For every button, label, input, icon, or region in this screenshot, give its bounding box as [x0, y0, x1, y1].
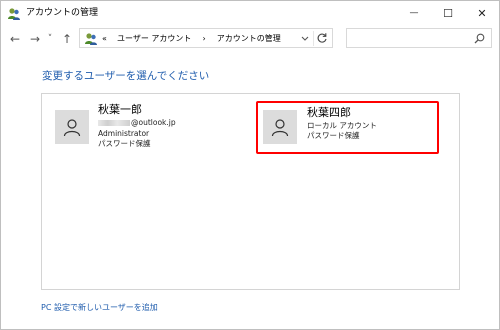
user-name: 秋葉一郎 — [98, 103, 142, 116]
back-button[interactable]: ← — [7, 31, 23, 47]
search-icon — [474, 33, 485, 44]
up-button[interactable]: ↑ — [59, 31, 75, 47]
breadcrumb-separator: › — [202, 34, 206, 43]
forward-button[interactable]: → — [27, 31, 43, 47]
user-avatar-icon — [63, 119, 81, 137]
address-bar[interactable]: « ユーザー アカウント › アカウントの管理 — [79, 28, 333, 48]
address-dropdown-button[interactable] — [299, 32, 311, 45]
up-arrow-icon: ↑ — [61, 32, 73, 46]
recent-locations-button[interactable]: ˅ — [45, 31, 55, 47]
chevron-down-icon: ˅ — [47, 34, 53, 44]
user-tile-akiba-ichiro[interactable]: 秋葉一郎 @outlook.jp Administrator パスワード保護 — [55, 103, 235, 154]
back-arrow-icon: ← — [9, 32, 21, 46]
refresh-button[interactable] — [314, 30, 330, 46]
page-heading: 変更するユーザーを選んでください — [42, 70, 210, 82]
breadcrumb: « ユーザー アカウント › アカウントの管理 — [102, 32, 281, 45]
add-new-user-link[interactable]: PC 設定で新しいユーザーを追加 — [41, 302, 158, 313]
window-title: アカウントの管理 — [26, 8, 99, 18]
breadcrumb-user-accounts[interactable]: ユーザー アカウント — [117, 34, 191, 43]
user-accounts-icon — [84, 31, 98, 45]
breadcrumb-overflow[interactable]: « — [102, 34, 107, 43]
avatar — [55, 110, 89, 144]
account-management-window: アカウントの管理 — ☐ ✕ ← → ˅ ↑ « ユーザー アカウント › アカ… — [0, 0, 500, 330]
forward-arrow-icon: → — [29, 32, 41, 46]
user-email: @outlook.jp — [98, 118, 176, 128]
title-bar: アカウントの管理 — ☐ ✕ — [1, 1, 499, 25]
user-accounts-icon — [7, 6, 21, 20]
minimize-icon: — — [409, 8, 419, 18]
selection-highlight-box — [256, 101, 439, 154]
close-button[interactable]: ✕ — [465, 1, 499, 25]
close-icon: ✕ — [477, 6, 487, 20]
breadcrumb-account-management[interactable]: アカウントの管理 — [217, 34, 281, 43]
redacted-email — [98, 120, 130, 126]
maximize-button[interactable]: ☐ — [431, 1, 465, 25]
user-role: Administrator — [98, 129, 150, 138]
minimize-button[interactable]: — — [397, 1, 431, 25]
maximize-icon: ☐ — [443, 6, 453, 20]
refresh-icon — [317, 33, 327, 43]
user-protection: パスワード保護 — [98, 139, 151, 148]
chevron-down-icon — [301, 36, 309, 41]
search-input[interactable] — [346, 28, 492, 48]
